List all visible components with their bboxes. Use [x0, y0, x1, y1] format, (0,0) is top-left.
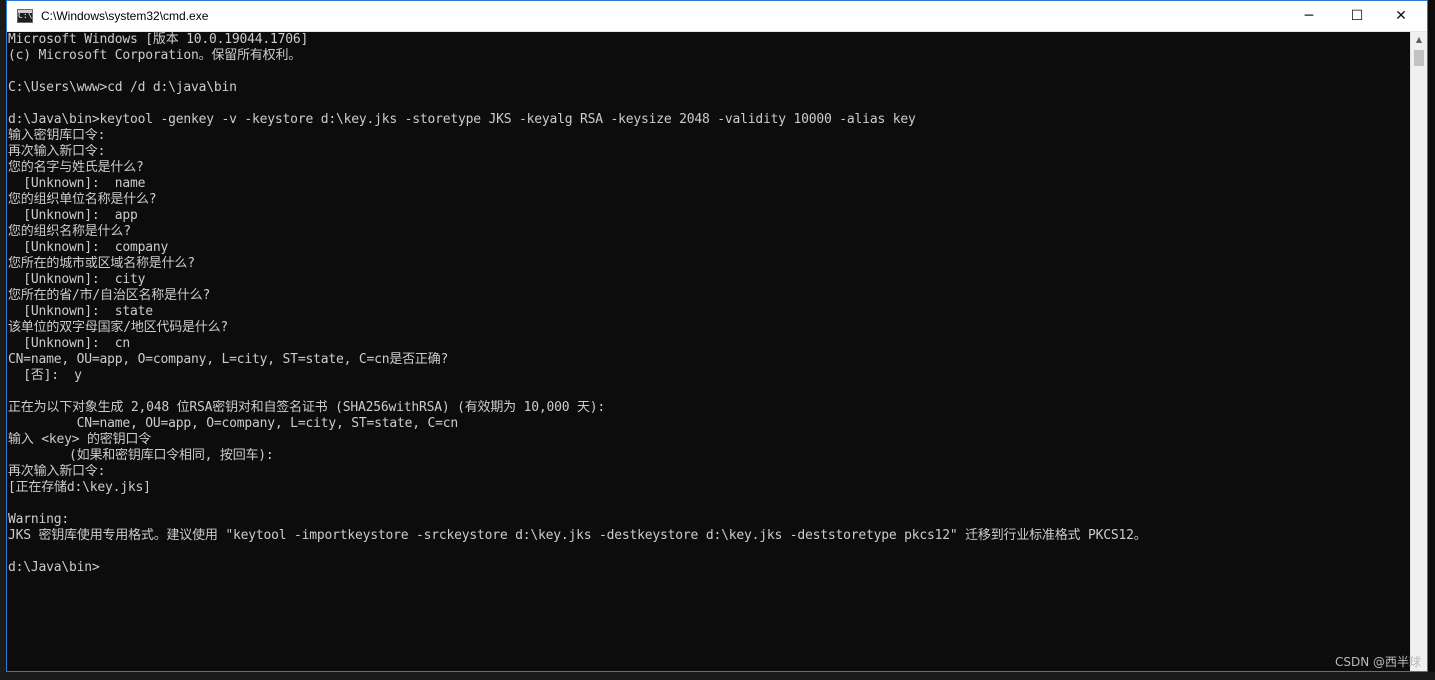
console-line: [Unknown]: city: [8, 272, 146, 287]
title-bar[interactable]: C:\ C:\Windows\system32\cmd.exe ─ ☐ ✕: [7, 1, 1427, 32]
cmd-app-icon[interactable]: C:\: [17, 9, 33, 23]
console-line: [Unknown]: state: [8, 304, 153, 319]
console-line: [Unknown]: cn: [8, 336, 131, 351]
console-line: [否]: y: [8, 368, 82, 383]
console-line: 该单位的双字母国家/地区代码是什么?: [8, 320, 229, 335]
console-line: 您的名字与姓氏是什么?: [8, 160, 144, 175]
console-line: (如果和密钥库口令相同, 按回车):: [8, 448, 274, 463]
close-button[interactable]: ✕: [1379, 1, 1423, 31]
console-line: 正在为以下对象生成 2,048 位RSA密钥对和自签名证书 (SHA256wit…: [8, 400, 606, 415]
console-line: JKS 密钥库使用专用格式。建议使用 "keytool -importkeyst…: [8, 528, 1147, 543]
window-title: C:\Windows\system32\cmd.exe: [41, 9, 209, 23]
console-line: CN=name, OU=app, O=company, L=city, ST=s…: [8, 416, 459, 431]
console-line: d:\Java\bin>: [8, 560, 100, 575]
console-line: 输入密钥库口令:: [8, 128, 106, 143]
console-line: [正在存储d:\key.jks]: [8, 480, 151, 495]
console-line: 输入 <key> 的密钥口令: [8, 432, 151, 447]
console-line: Microsoft Windows [版本 10.0.19044.1706]: [8, 32, 309, 47]
console-line: 您所在的城市或区域名称是什么?: [8, 256, 195, 271]
console-line: d:\Java\bin>keytool -genkey -v -keystore…: [8, 112, 916, 127]
console-line: C:\Users\www>cd /d d:\java\bin: [8, 80, 237, 95]
console-line: 您所在的省/市/自治区名称是什么?: [8, 288, 211, 303]
maximize-button[interactable]: ☐: [1335, 1, 1379, 31]
console-line: [Unknown]: app: [8, 208, 138, 223]
console-text: Microsoft Windows [版本 10.0.19044.1706] (c…: [8, 32, 1410, 576]
cmd-window: C:\ C:\Windows\system32\cmd.exe ─ ☐ ✕ Mi…: [6, 0, 1428, 672]
scroll-thumb[interactable]: [1414, 50, 1424, 66]
console-line: 您的组织单位名称是什么?: [8, 192, 157, 207]
minimize-button[interactable]: ─: [1287, 1, 1331, 31]
bottom-edge: [0, 672, 1435, 680]
console-line: (c) Microsoft Corporation。保留所有权利。: [8, 48, 302, 63]
console-line: 再次输入新口令:: [8, 464, 106, 479]
console-output[interactable]: Microsoft Windows [版本 10.0.19044.1706] (c…: [8, 32, 1410, 671]
console-line: [Unknown]: name: [8, 176, 146, 191]
scroll-up-icon[interactable]: ▲: [1411, 32, 1427, 48]
console-line: 再次输入新口令:: [8, 144, 106, 159]
watermark: CSDN @西半球: [1334, 655, 1421, 669]
console-line: Warning:: [8, 512, 70, 527]
console-line: [Unknown]: company: [8, 240, 169, 255]
console-line: 您的组织名称是什么?: [8, 224, 131, 239]
vertical-scrollbar[interactable]: ▲: [1410, 32, 1427, 671]
console-line: CN=name, OU=app, O=company, L=city, ST=s…: [8, 352, 449, 367]
